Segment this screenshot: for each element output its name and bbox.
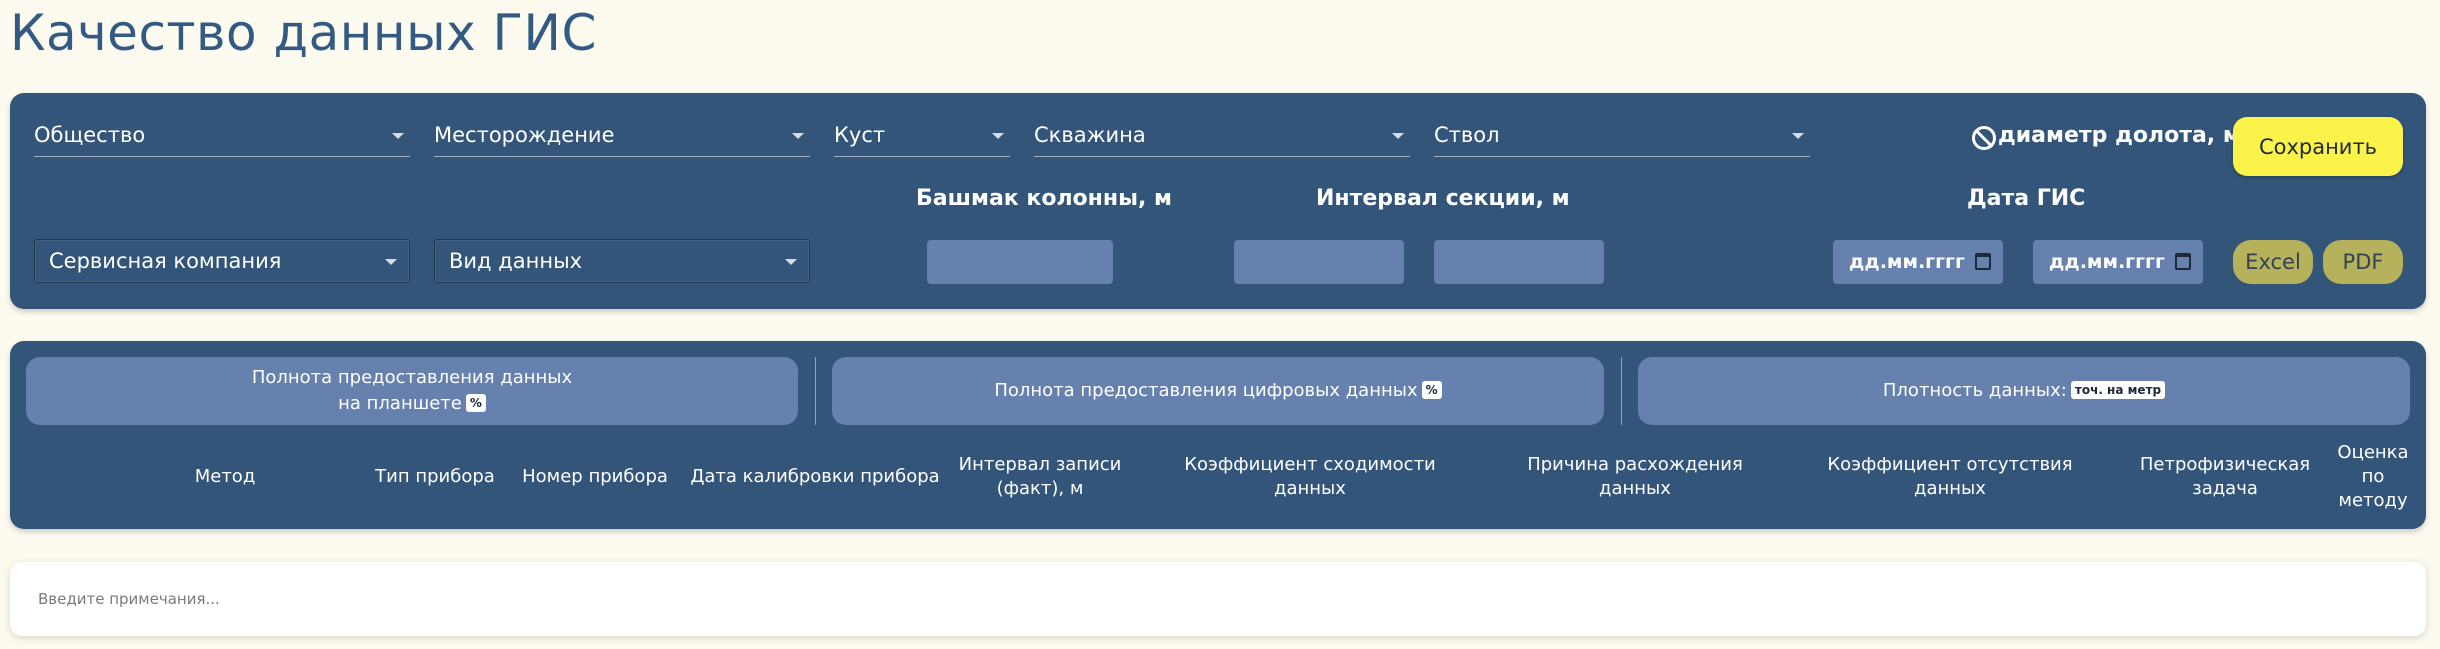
column-header-petrophysical-task: Петрофизическая задача <box>2139 454 2311 499</box>
chevron-down-icon <box>792 132 804 139</box>
casing-shoe-input[interactable] <box>927 240 1113 284</box>
column-header-device-number: Номер прибора <box>522 466 668 487</box>
calendar-icon[interactable] <box>1975 253 1991 270</box>
metric-divider <box>815 357 816 425</box>
prohibited-icon[interactable] <box>1972 126 1996 150</box>
chevron-down-icon <box>392 132 404 139</box>
section-interval-heading: Интервал секции, м <box>1316 186 1570 211</box>
metric-tablet-line1: Полнота предоставления данных <box>251 367 573 388</box>
metric-digital-completeness: Полнота предоставления цифровых данных% <box>832 357 1604 425</box>
well-select-label: Скважина <box>1034 122 1146 147</box>
page-title: Качество данных ГИС <box>10 4 597 62</box>
section-interval-from-input[interactable] <box>1234 240 1404 284</box>
service-company-select[interactable]: Сервисная компания <box>34 239 410 283</box>
wellbore-select[interactable]: Ствол <box>1434 113 1810 157</box>
well-select[interactable]: Скважина <box>1034 113 1410 157</box>
metric-tablet-line2: на планшете <box>338 393 462 414</box>
gis-date-from-input[interactable]: дд.мм.гггг <box>1833 240 2003 284</box>
notes-field[interactable]: Введите примечания... <box>10 562 2426 636</box>
metric-digital-unit-badge: % <box>1421 381 1442 399</box>
calendar-icon[interactable] <box>2175 253 2191 270</box>
bit-diameter-label: диаметр долота, мм <box>1998 123 2259 148</box>
metric-tablet-unit-badge: % <box>465 394 486 412</box>
company-select-label: Общество <box>34 122 146 147</box>
quality-table-panel: Полнота предоставления данных на планшет… <box>10 341 2426 529</box>
chevron-down-icon <box>385 259 397 265</box>
metric-density-unit-badge: точ. на метр <box>2070 381 2166 399</box>
column-header-calibration-date: Дата калибровки прибора <box>690 466 940 487</box>
casing-shoe-heading: Башмак колонны, м <box>916 186 1172 211</box>
metric-tablet-completeness: Полнота предоставления данных на планшет… <box>26 357 798 425</box>
column-header-missing-coefficient: Коэффициент отсутствия данных <box>1827 454 2073 499</box>
column-header-convergence-coefficient: Коэффициент сходимости данных <box>1184 454 1436 499</box>
field-select-label: Месторождение <box>434 122 615 147</box>
column-header-method-score: Оценка по методу <box>2337 442 2409 511</box>
chevron-down-icon <box>992 132 1004 139</box>
save-button[interactable]: Сохранить <box>2233 117 2403 176</box>
pdf-button[interactable]: PDF <box>2323 240 2403 284</box>
company-select[interactable]: Общество <box>34 113 410 157</box>
metric-density-label: Плотность данных: <box>1882 380 2067 401</box>
pad-select-label: Куст <box>834 122 886 147</box>
data-type-select-label: Вид данных <box>449 249 583 273</box>
metric-data-density: Плотность данных: точ. на метр <box>1638 357 2410 425</box>
filters-panel: Общество Месторождение Куст Скважина Ств… <box>10 93 2426 309</box>
column-header-discrepancy-reason: Причина расхождения данных <box>1527 454 1743 499</box>
service-company-select-label: Сервисная компания <box>49 249 282 273</box>
column-header-method: Метод <box>194 466 256 487</box>
date-to-placeholder: дд.мм.гггг <box>2049 251 2165 273</box>
data-type-select[interactable]: Вид данных <box>434 239 810 283</box>
excel-button[interactable]: Excel <box>2233 240 2313 284</box>
date-from-placeholder: дд.мм.гггг <box>1849 251 1965 273</box>
chevron-down-icon <box>1792 132 1804 139</box>
gis-date-to-input[interactable]: дд.мм.гггг <box>2033 240 2203 284</box>
column-header-device-type: Тип прибора <box>375 466 495 487</box>
metric-divider <box>1621 357 1622 425</box>
chevron-down-icon <box>1392 132 1404 139</box>
field-select[interactable]: Месторождение <box>434 113 810 157</box>
metric-digital-label: Полнота предоставления цифровых данных <box>994 380 1418 401</box>
wellbore-select-label: Ствол <box>1434 122 1500 147</box>
section-interval-to-input[interactable] <box>1434 240 1604 284</box>
chevron-down-icon <box>785 259 797 265</box>
notes-placeholder: Введите примечания... <box>38 590 220 608</box>
pad-select[interactable]: Куст <box>834 113 1010 157</box>
column-header-record-interval: Интервал записи (факт), м <box>958 454 1122 499</box>
gis-date-heading: Дата ГИС <box>1967 186 2086 211</box>
